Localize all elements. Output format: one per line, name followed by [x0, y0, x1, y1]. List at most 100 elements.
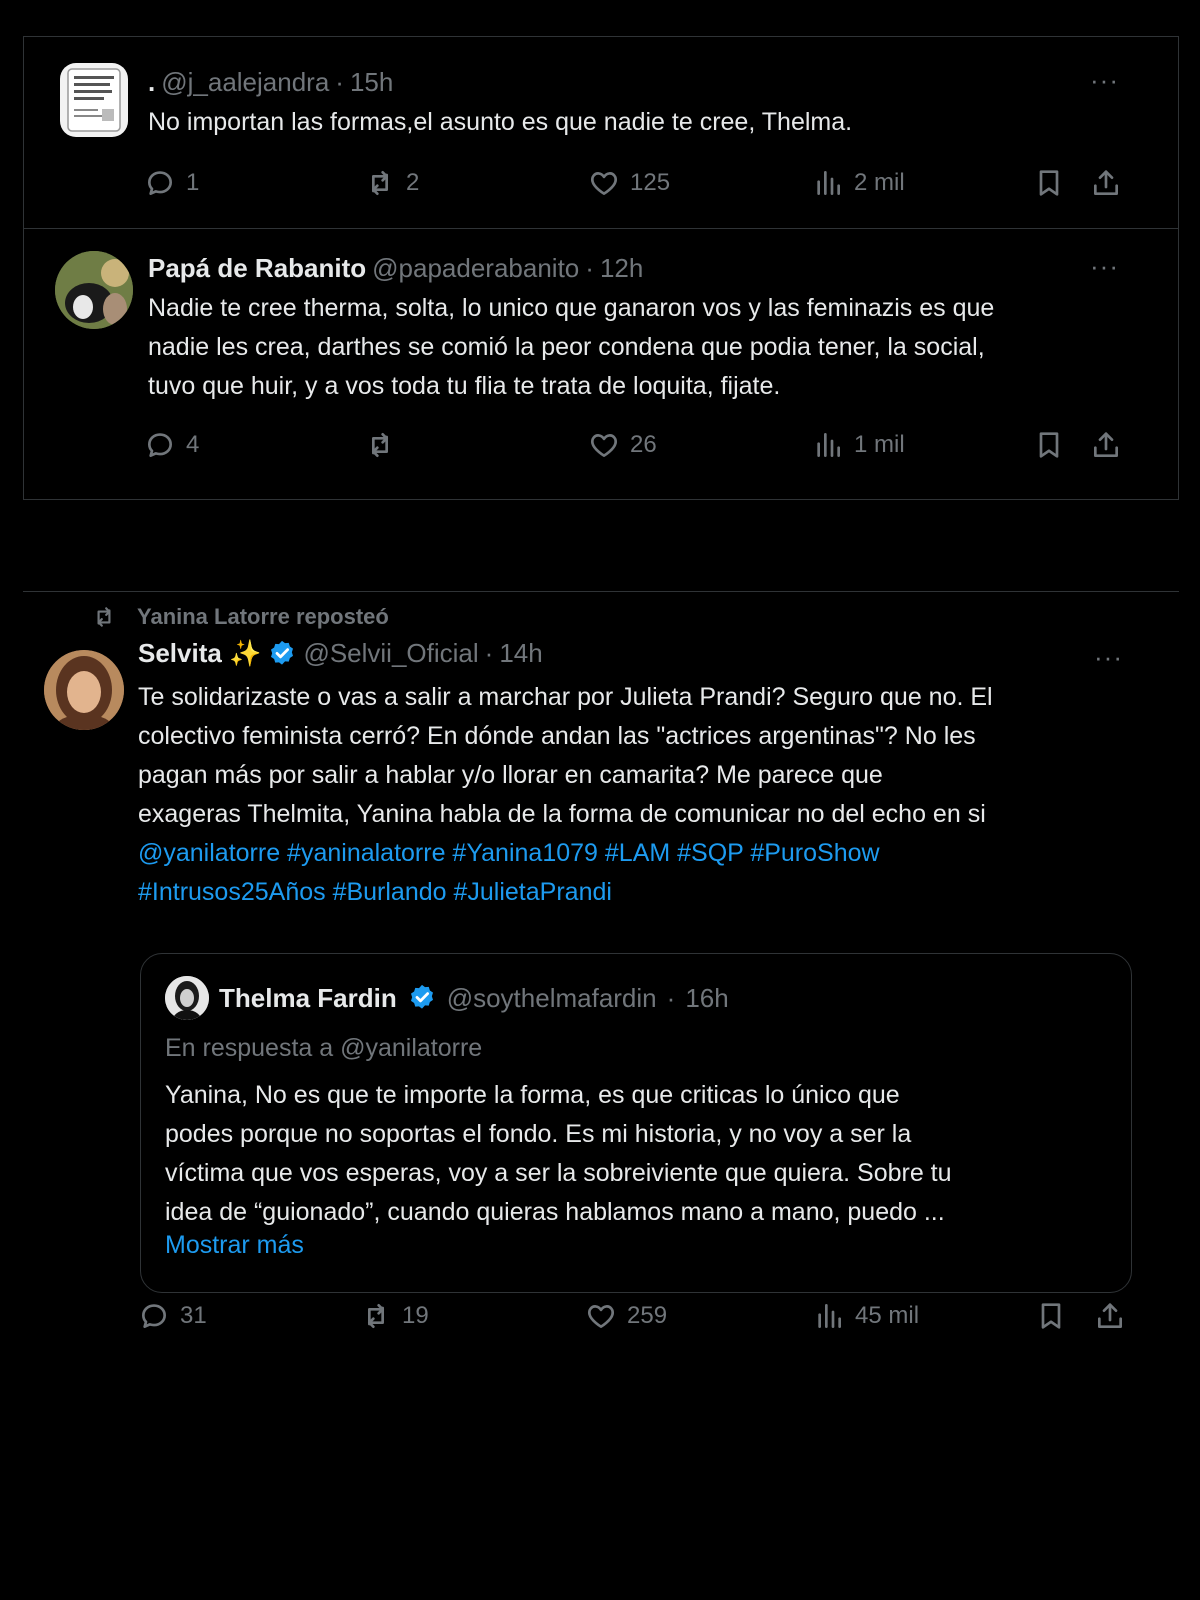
tweet-header: Selvita ✨ @Selvii_Oficial · 14h — [138, 638, 543, 669]
avatar[interactable] — [44, 650, 124, 730]
tweet-text-line: Nadie te cree therma, solta, lo unico qu… — [148, 294, 995, 322]
more-icon[interactable]: ··· — [1090, 65, 1119, 96]
avatar[interactable] — [60, 63, 128, 137]
repost-icon — [364, 429, 396, 461]
handle[interactable]: @papaderabanito — [372, 253, 579, 284]
repost-note[interactable]: Yanina Latorre reposteó — [91, 604, 389, 630]
views-count: 2 mil — [854, 169, 905, 196]
repost-count: 19 — [402, 1302, 429, 1329]
more-icon[interactable]: ··· — [1090, 251, 1119, 282]
share-button[interactable] — [1090, 163, 1122, 203]
tweet-text-line: exageras Thelmita, Yanina habla de la fo… — [138, 800, 986, 828]
hashtag-links[interactable]: #Intrusos25Años #Burlando #JulietaPrandi — [138, 873, 1168, 912]
reposted-tweet-card: Yanina Latorre reposteó Selvita ✨ @Selvi… — [23, 591, 1179, 1411]
verified-badge-icon — [410, 984, 433, 1009]
views-button[interactable]: 45 mil — [813, 1296, 919, 1336]
separator: · — [585, 253, 594, 283]
repost-icon — [91, 604, 117, 630]
bookmark-icon — [1033, 167, 1065, 199]
views-button[interactable]: 2 mil — [812, 163, 905, 203]
tweet-text: No importan las formas,el asunto es que … — [148, 108, 853, 136]
display-name[interactable]: Selvita ✨ — [138, 638, 261, 669]
action-bar: 31 19 259 45 mil — [138, 1296, 1138, 1336]
reply-button[interactable]: 1 — [144, 163, 199, 203]
tweet-selvii-oficial[interactable]: Yanina Latorre reposteó Selvita ✨ @Selvi… — [23, 592, 1179, 1412]
bookmark-icon — [1035, 1300, 1067, 1332]
bookmark-button[interactable] — [1033, 425, 1065, 465]
views-button[interactable]: 1 mil — [812, 425, 905, 465]
bookmark-button[interactable] — [1035, 1296, 1067, 1336]
like-count: 259 — [627, 1302, 668, 1329]
reply-button[interactable]: 31 — [138, 1296, 207, 1336]
handle[interactable]: @Selvii_Oficial — [303, 638, 478, 669]
bookmark-icon — [1033, 429, 1065, 461]
like-icon — [588, 167, 620, 199]
verified-badge-icon — [271, 640, 294, 665]
replies-card: . @j_aalejandra · 15h ··· No importan la… — [23, 36, 1179, 500]
repost-note-text: Yanina Latorre reposteó — [137, 604, 389, 629]
repost-button[interactable]: 19 — [360, 1296, 429, 1336]
timestamp[interactable]: 15h — [350, 67, 393, 98]
handle[interactable]: @soythelmafardin — [447, 983, 657, 1014]
timestamp[interactable]: 16h — [685, 983, 728, 1014]
display-name[interactable]: Thelma Fardin — [219, 983, 397, 1014]
timestamp[interactable]: 12h — [600, 253, 643, 284]
quoted-text-line: idea de “guionado”, cuando quieras habla… — [165, 1198, 945, 1226]
avatar[interactable] — [55, 251, 133, 329]
thelma-avatar-image — [165, 976, 209, 1020]
tweet-text-line: pagan más por salir a hablar y/o llorar … — [138, 761, 883, 789]
like-button[interactable]: 259 — [585, 1296, 667, 1336]
quoted-text-line: podes porque no soportas el fondo. Es mi… — [165, 1120, 912, 1148]
display-name[interactable]: . — [148, 67, 155, 98]
action-bar: 1 2 125 2 mil — [144, 163, 1144, 203]
quoted-text-line: víctima que vos esperas, voy a ser la so… — [165, 1159, 952, 1187]
like-button[interactable]: 125 — [588, 163, 670, 203]
avatar[interactable] — [165, 976, 209, 1020]
quoted-tweet-header: Thelma Fardin @soythelmafardin · 16h — [165, 976, 729, 1020]
tweet-text: Te solidarizaste o vas a salir a marchar… — [138, 678, 1168, 912]
document-avatar-image — [67, 68, 121, 132]
reply-button[interactable]: 4 — [144, 425, 199, 465]
separator: · — [666, 982, 676, 1013]
share-icon — [1090, 167, 1122, 199]
tweet-papaderabanito[interactable]: Papá de Rabanito @papaderabanito · 12h ·… — [24, 229, 1178, 501]
share-button[interactable] — [1094, 1296, 1126, 1336]
views-icon — [813, 1300, 845, 1332]
quoted-tweet[interactable]: Thelma Fardin @soythelmafardin · 16h En … — [140, 953, 1132, 1293]
like-count: 26 — [630, 431, 657, 458]
tweet-header: Papá de Rabanito @papaderabanito · 12h — [148, 253, 643, 284]
timestamp[interactable]: 14h — [499, 638, 542, 669]
views-icon — [812, 429, 844, 461]
tweet-text-line: nadie les crea, darthes se comió la peor… — [148, 333, 985, 361]
share-button[interactable] — [1090, 425, 1122, 465]
separator: · — [484, 638, 494, 668]
reply-icon — [138, 1300, 170, 1332]
tweet-header: . @j_aalejandra · 15h — [148, 67, 393, 98]
reply-to-label[interactable]: En respuesta a @yanilatorre — [165, 1034, 482, 1063]
reply-count: 1 — [186, 169, 200, 196]
reply-icon — [144, 429, 176, 461]
share-icon — [1090, 429, 1122, 461]
tweet-text-line: colectivo feminista cerró? En dónde anda… — [138, 722, 976, 750]
like-button[interactable]: 26 — [588, 425, 657, 465]
handle[interactable]: @j_aalejandra — [161, 67, 329, 98]
repost-icon — [360, 1300, 392, 1332]
woman-avatar-image — [44, 650, 124, 730]
tweet-j-aalejandra[interactable]: . @j_aalejandra · 15h ··· No importan la… — [24, 37, 1178, 229]
tweet-text-line: Te solidarizaste o vas a salir a marchar… — [138, 683, 993, 711]
repost-button[interactable]: 2 — [364, 163, 419, 203]
bookmark-button[interactable] — [1033, 163, 1065, 203]
show-more-link[interactable]: Mostrar más — [165, 1231, 304, 1260]
action-bar: 4 26 1 mil — [144, 425, 1144, 465]
views-count: 45 mil — [855, 1302, 920, 1329]
share-icon — [1094, 1300, 1126, 1332]
repost-count: 2 — [406, 169, 420, 196]
views-count: 1 mil — [854, 431, 905, 458]
quoted-tweet-text: Yanina, No es que te importe la forma, e… — [165, 1076, 1105, 1232]
hashtag-links[interactable]: @yanilatorre #yaninalatorre #Yanina1079 … — [138, 834, 1168, 873]
more-icon[interactable]: ··· — [1094, 642, 1123, 673]
display-name[interactable]: Papá de Rabanito — [148, 253, 366, 284]
like-icon — [585, 1300, 617, 1332]
tweet-text-line: tuvo que huir, y a vos toda tu flia te t… — [148, 372, 781, 400]
repost-button[interactable] — [364, 425, 406, 465]
